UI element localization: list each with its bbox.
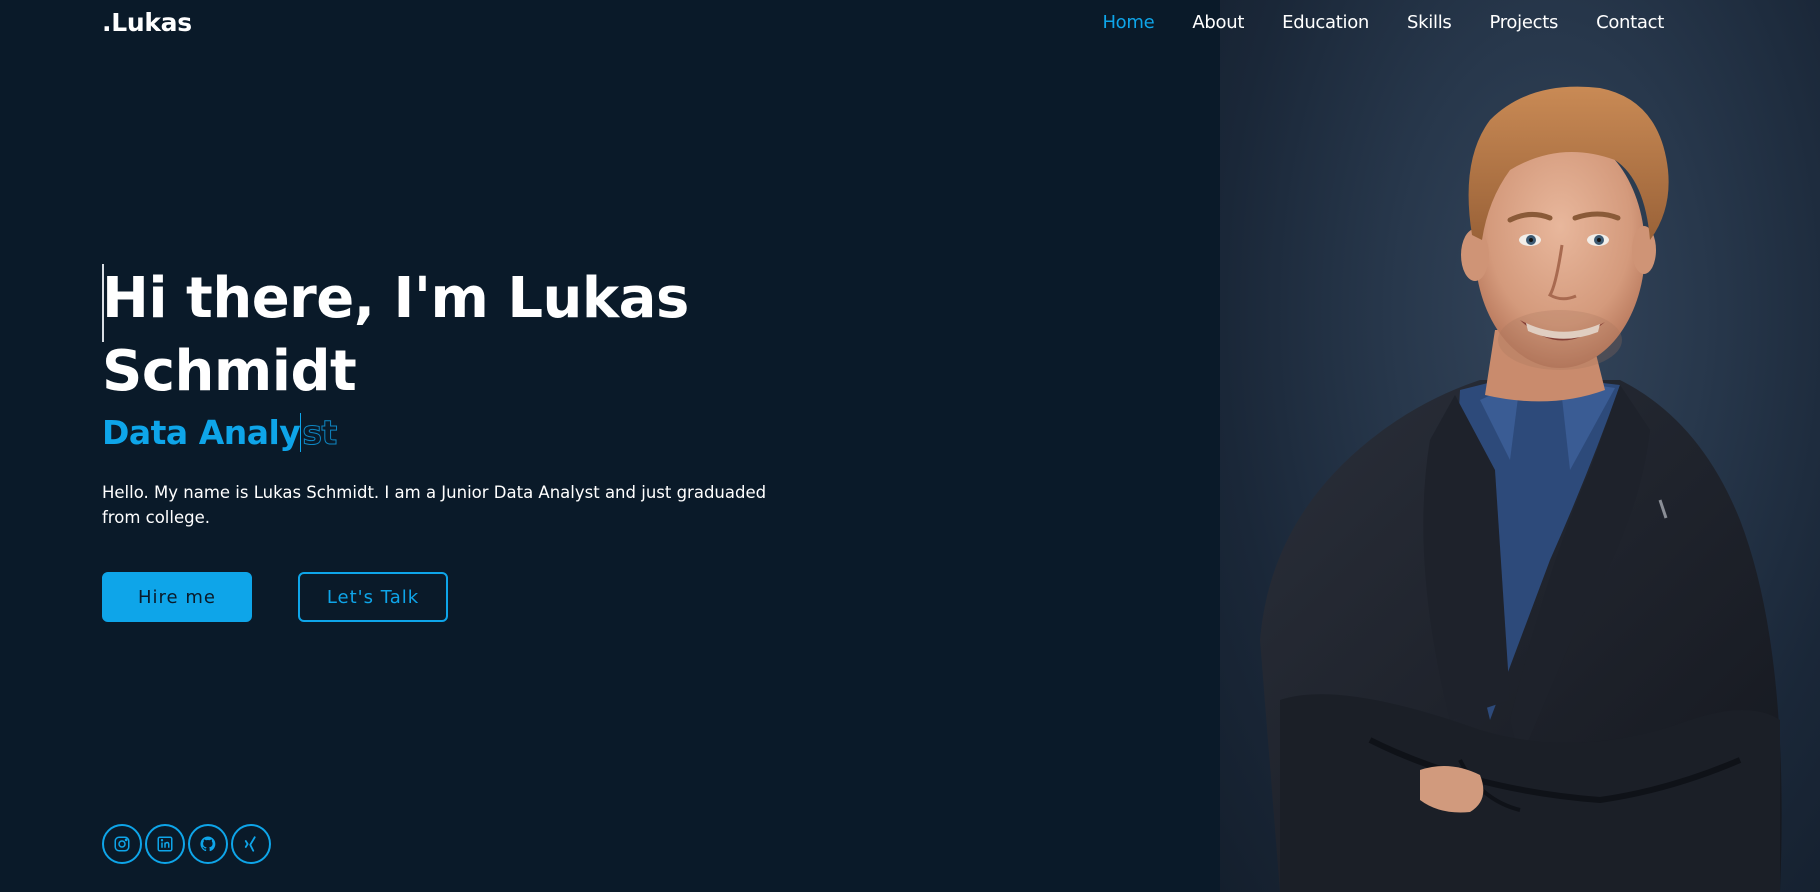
hand-shape bbox=[1420, 766, 1484, 813]
hero-role: Data Analyst bbox=[102, 410, 862, 456]
hero-role-typed: Data Analy bbox=[102, 413, 301, 452]
github-link[interactable] bbox=[188, 824, 228, 864]
github-icon bbox=[200, 836, 216, 852]
xing-icon bbox=[244, 836, 256, 852]
hero-buttons: Hire me Let's Talk bbox=[102, 572, 862, 622]
linkedin-link[interactable] bbox=[145, 824, 185, 864]
profile-photo bbox=[1220, 0, 1820, 892]
instagram-link[interactable] bbox=[102, 824, 142, 864]
social-links bbox=[102, 824, 274, 864]
nav-home[interactable]: Home bbox=[1102, 12, 1154, 33]
lets-talk-button[interactable]: Let's Talk bbox=[298, 572, 448, 622]
nav-about[interactable]: About bbox=[1192, 12, 1244, 33]
hero-role-pending: st bbox=[300, 413, 338, 453]
nav-contact[interactable]: Contact bbox=[1596, 12, 1664, 33]
nav-projects[interactable]: Projects bbox=[1489, 12, 1558, 33]
text-cursor bbox=[102, 264, 104, 342]
xing-link[interactable] bbox=[231, 824, 271, 864]
nav-education[interactable]: Education bbox=[1282, 12, 1369, 33]
hero-description: Hello. My name is Lukas Schmidt. I am a … bbox=[102, 483, 767, 527]
hire-me-button[interactable]: Hire me bbox=[102, 572, 252, 622]
hero-title-text: Hi there, I'm Lukas Schmidt bbox=[102, 266, 689, 404]
site-header: .Lukas Home About Education Skills Proje… bbox=[0, 0, 1820, 48]
instagram-icon bbox=[114, 836, 130, 852]
hero-section: Hi there, I'm Lukas Schmidt Data Analyst… bbox=[102, 262, 862, 622]
nav-skills[interactable]: Skills bbox=[1407, 12, 1452, 33]
main-nav: Home About Education Skills Projects Con… bbox=[1064, 12, 1664, 33]
site-logo[interactable]: .Lukas bbox=[102, 8, 192, 37]
linkedin-icon bbox=[157, 836, 173, 852]
hero-title: Hi there, I'm Lukas Schmidt bbox=[102, 262, 862, 408]
portrait-illustration bbox=[1260, 86, 1782, 892]
